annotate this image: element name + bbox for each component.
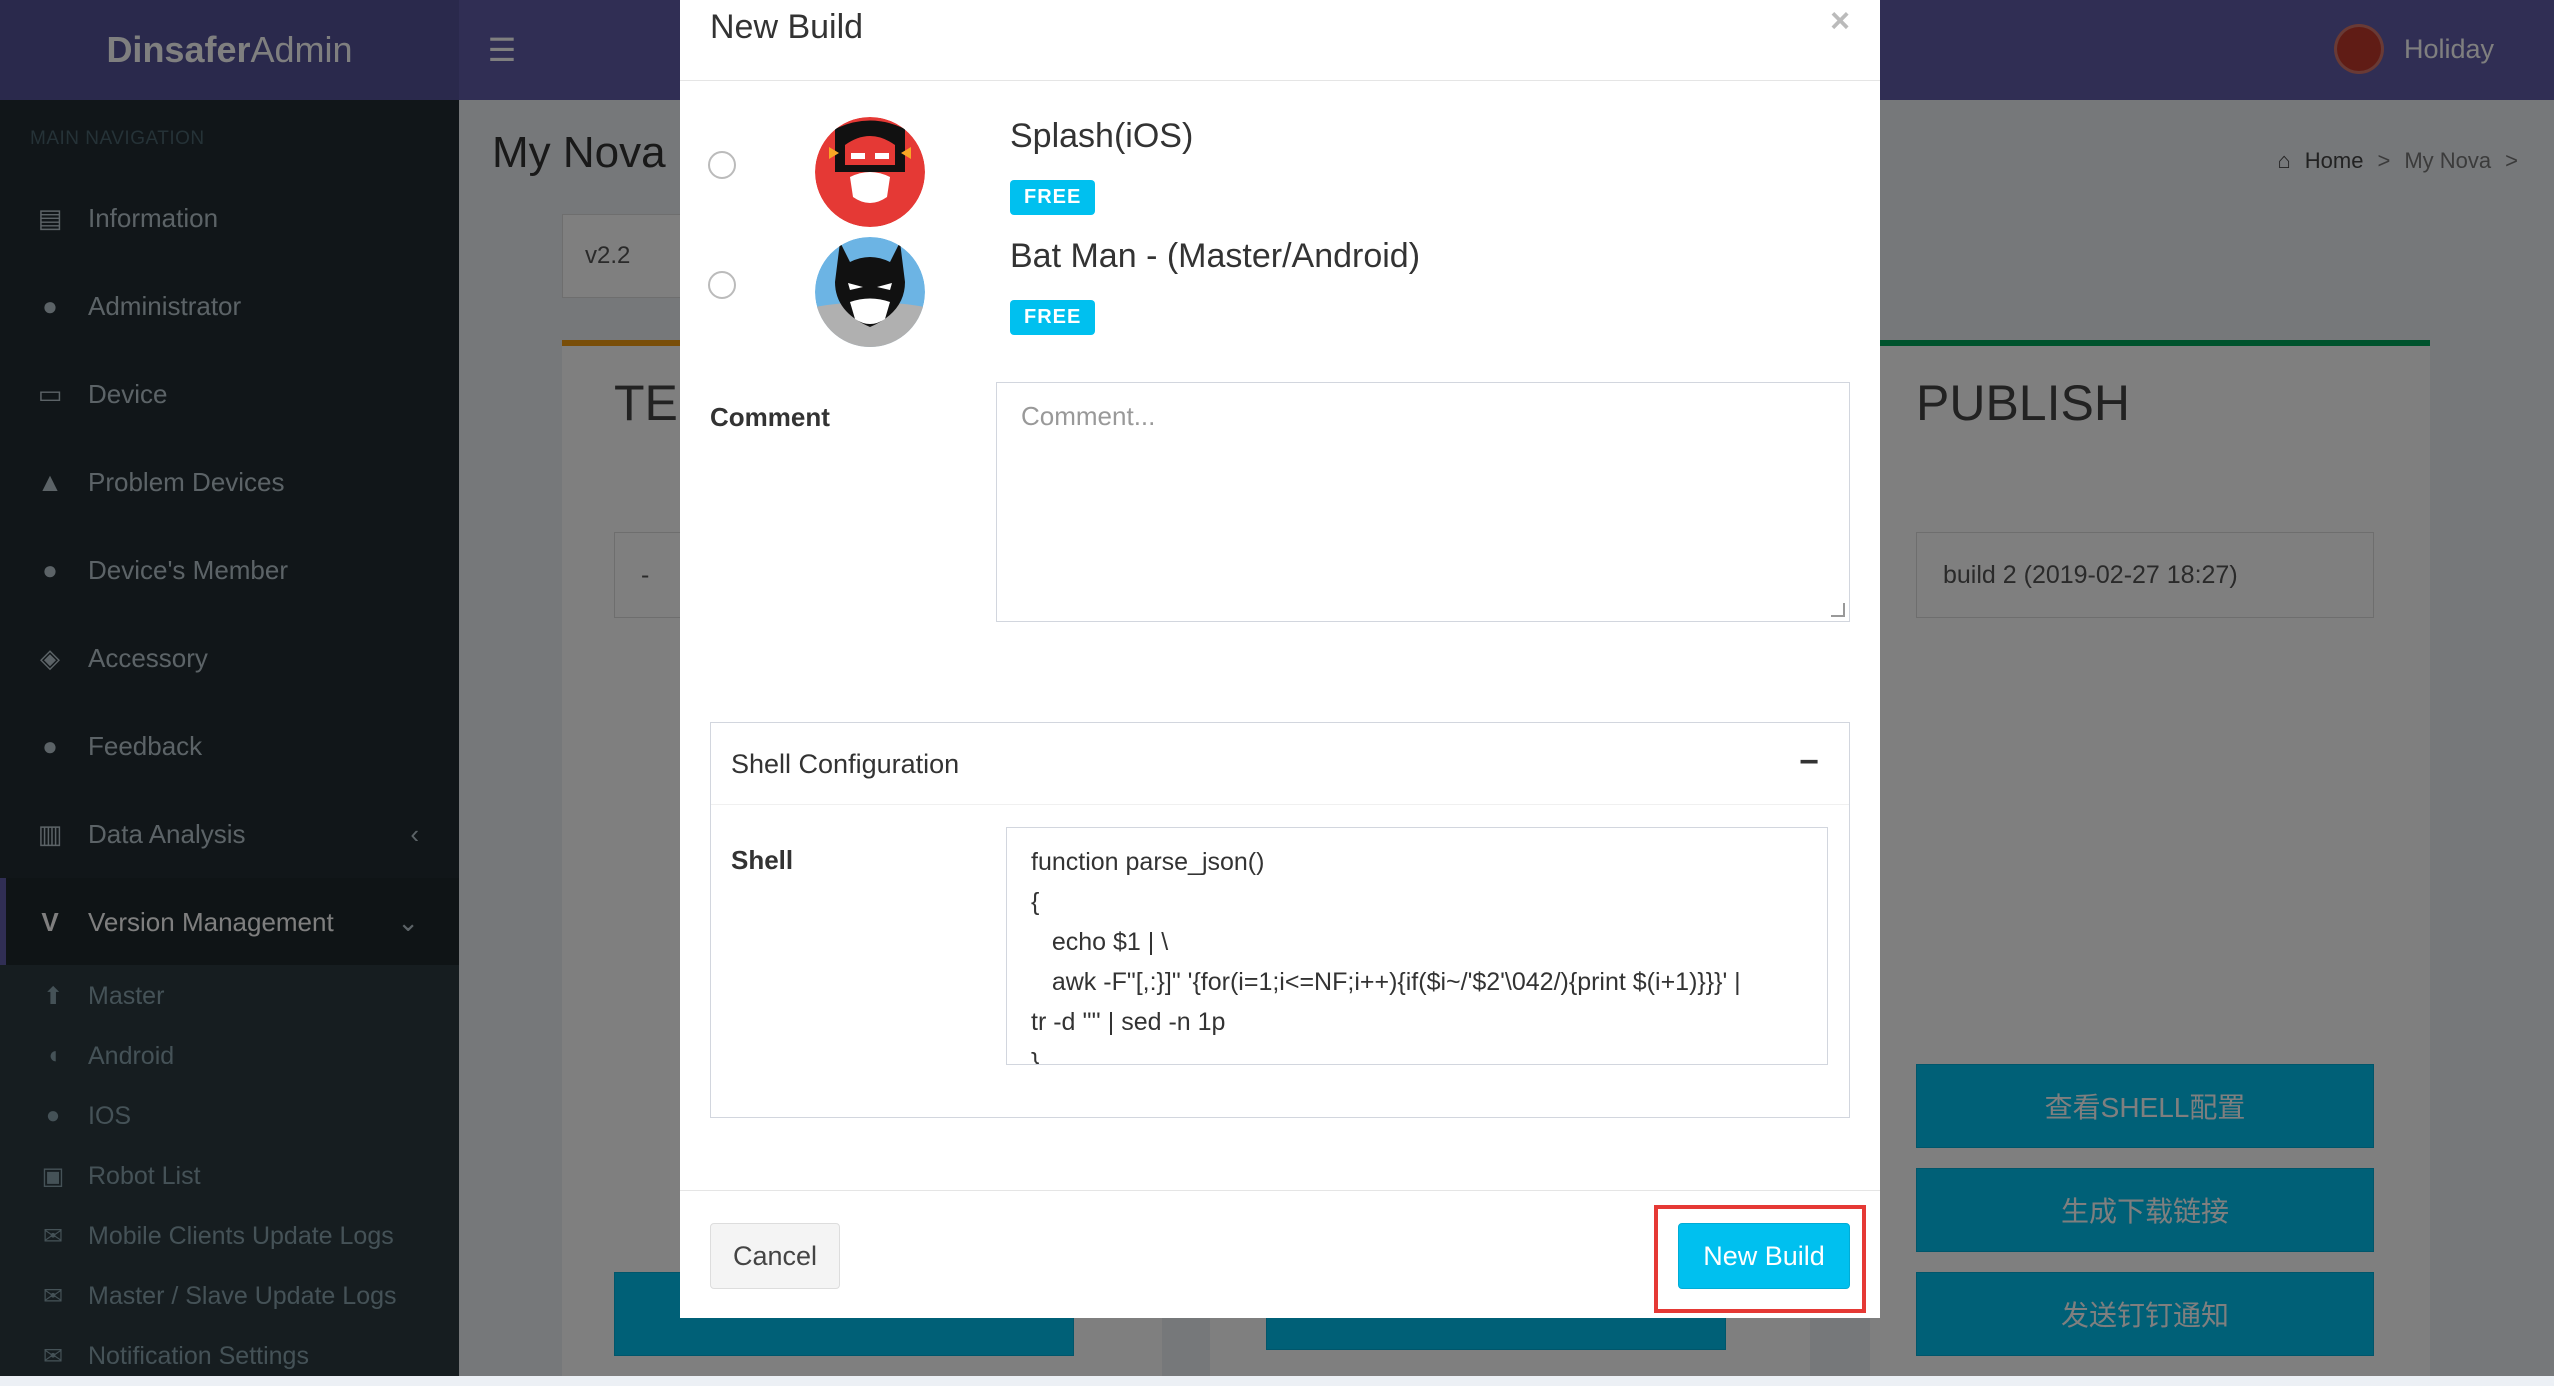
option-batman-name: Bat Man - (Master/Android) <box>1010 237 1421 275</box>
highlight-box <box>1654 1205 1866 1313</box>
collapse-icon[interactable]: − <box>1799 743 1819 782</box>
modal-title: New Build <box>710 8 864 46</box>
free-badge: FREE <box>1010 180 1096 215</box>
free-badge: FREE <box>1010 300 1096 335</box>
close-icon[interactable]: × <box>1830 2 1850 41</box>
shell-textarea[interactable]: function parse_json() { echo $1 | \ awk … <box>1006 827 1828 1065</box>
option-batman-radio[interactable] <box>708 271 736 299</box>
shell-configuration-box: Shell Configuration − Shell function par… <box>710 722 1850 1118</box>
resize-handle-icon[interactable] <box>1831 603 1845 617</box>
comment-label: Comment <box>710 402 830 432</box>
comment-placeholder: Comment... <box>1021 401 1156 431</box>
option-splash-radio[interactable] <box>708 151 736 179</box>
batman-avatar-icon <box>815 237 925 347</box>
shell-box-header: Shell Configuration − <box>711 723 1849 805</box>
new-build-modal: New Build × Splash(iOS) FREE Bat Man - (… <box>680 0 1880 1318</box>
flash-avatar-icon <box>815 117 925 227</box>
cancel-button[interactable]: Cancel <box>710 1223 840 1289</box>
option-splash-name: Splash(iOS) <box>1010 117 1194 155</box>
shell-box-title: Shell Configuration <box>731 749 960 779</box>
comment-textarea[interactable]: Comment... <box>996 382 1850 622</box>
shell-label: Shell <box>731 845 794 875</box>
modal-header: New Build × <box>680 0 1880 81</box>
